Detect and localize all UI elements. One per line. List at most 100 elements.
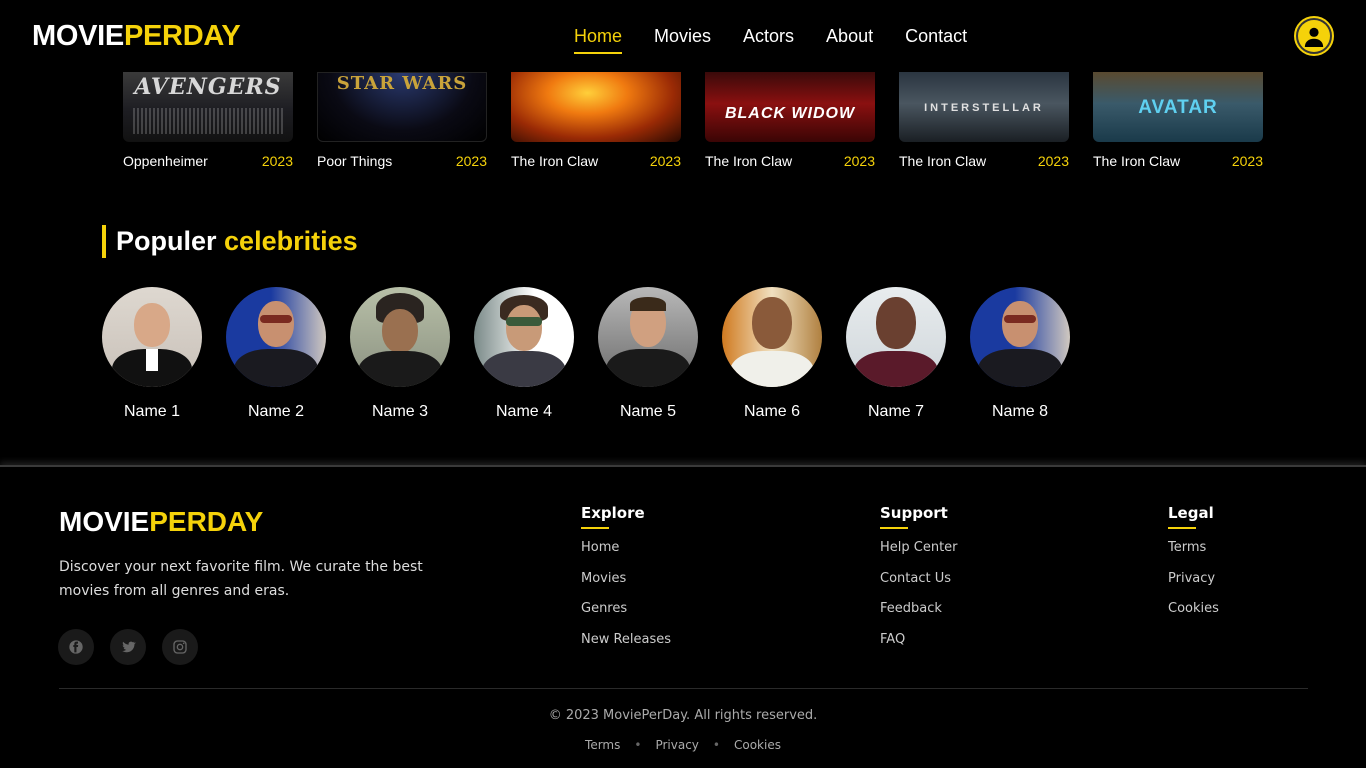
celebrity-avatar[interactable] [474,287,574,387]
user-icon [1298,20,1330,52]
logo-text-perday: PERDAY [123,20,241,52]
movie-card[interactable]: BLACK WIDOW The Iron Claw 2023 [705,72,875,169]
celebrity-card[interactable]: Name 3 [350,287,450,421]
movie-card[interactable]: STAR WARS Poor Things 2023 [317,72,487,169]
movie-meta: The Iron Claw 2023 [1093,153,1263,169]
profile-button[interactable] [1294,16,1334,56]
movie-title[interactable]: The Iron Claw [511,153,598,169]
movie-year: 2023 [1037,153,1069,169]
movie-title[interactable]: Poor Things [317,153,392,169]
movie-card[interactable]: The Iron Claw 2023 [511,72,681,169]
celebrity-avatar[interactable] [102,287,202,387]
movie-title[interactable]: The Iron Claw [899,153,986,169]
movie-poster[interactable]: AVATAR [1093,72,1263,142]
celebrity-list: Name 1 Name 2 Name 3 Name 4 Name 5 Name … [102,287,1070,421]
celebrity-avatar[interactable] [722,287,822,387]
footer-link[interactable]: Cookies [1168,600,1219,618]
logo-text-movie: MOVIE [32,20,124,52]
celebrity-name: Name 7 [867,403,925,420]
movie-poster[interactable]: AVENGERS [123,72,293,142]
nav-home[interactable]: Home [574,24,623,54]
celebrity-avatar[interactable] [226,287,326,387]
nav-movies[interactable]: Movies [654,24,711,48]
main-nav: Home Movies Actors About Contact [574,24,967,54]
movie-card[interactable]: AVENGERS Oppenheimer 2023 [123,72,293,169]
footer-logo-movie: MOVIE [59,506,150,537]
celebrity-name: Name 2 [247,403,305,420]
movie-year: 2023 [261,153,293,169]
footer-link[interactable]: Privacy [1168,570,1219,588]
celebrity-name: Name 3 [371,403,429,420]
movie-poster[interactable]: BLACK WIDOW [705,72,875,142]
nav-actors[interactable]: Actors [743,24,794,48]
poster-title: INTERSTELLAR [924,102,1044,114]
footer-column-support: Support Help Center Contact Us Feedback … [880,503,958,661]
footer-link[interactable]: Help Center [880,539,958,557]
footer-link[interactable]: FAQ [880,631,958,649]
footer-link[interactable]: Feedback [880,600,958,618]
footer-description: Discover your next favorite film. We cur… [59,559,423,599]
footer-bottom-links: Terms • Privacy • Cookies [0,737,1366,753]
twitter-icon[interactable] [110,629,146,665]
footer-link[interactable]: Contact Us [880,570,958,588]
poster-title: BLACK WIDOW [724,105,856,122]
social-links [58,629,198,665]
top-navbar: MOVIEPERDAY Home Movies Actors About Con… [0,0,1366,72]
footer-logo-perday: PERDAY [149,506,264,537]
celebrity-name: Name 1 [123,403,181,420]
celebrity-card[interactable]: Name 6 [722,287,822,421]
footer-logo[interactable]: MOVIEPERDAY [59,505,263,539]
movie-poster[interactable] [511,72,681,142]
site-logo[interactable]: MOVIEPERDAY [32,18,241,54]
celebrity-avatar[interactable] [970,287,1070,387]
footer-link[interactable]: Genres [581,600,671,618]
celebrity-name: Name 6 [743,403,801,420]
movie-year: 2023 [1231,153,1263,169]
movie-meta: The Iron Claw 2023 [899,153,1069,169]
celebrity-card[interactable]: Name 4 [474,287,574,421]
footer-divider [59,688,1308,689]
facebook-icon[interactable] [58,629,94,665]
poster-title: AVATAR [1138,97,1218,118]
movie-title[interactable]: The Iron Claw [1093,153,1180,169]
celebrity-card[interactable]: Name 2 [226,287,326,421]
separator-dot: • [634,738,642,752]
bottom-link-cookies[interactable]: Cookies [734,737,781,753]
celebrity-card[interactable]: Name 7 [846,287,946,421]
movie-poster[interactable]: INTERSTELLAR [899,72,1069,142]
movie-meta: The Iron Claw 2023 [511,153,681,169]
bottom-link-privacy[interactable]: Privacy [655,737,698,753]
bottom-link-terms[interactable]: Terms [585,737,620,753]
footer-link[interactable]: Home [581,539,671,557]
footer-column-title: Support [880,503,958,529]
celebrity-avatar[interactable] [350,287,450,387]
footer-link[interactable]: Movies [581,570,671,588]
movie-row: AVENGERS Oppenheimer 2023 STAR WARS Poor… [123,72,1263,169]
movie-meta: The Iron Claw 2023 [705,153,875,169]
celebrity-avatar[interactable] [846,287,946,387]
nav-contact[interactable]: Contact [905,24,967,48]
nav-about[interactable]: About [826,24,873,48]
movie-title[interactable]: The Iron Claw [705,153,792,169]
instagram-icon[interactable] [162,629,198,665]
footer-link[interactable]: Terms [1168,539,1219,557]
heading-part-1: Populer [116,226,217,256]
copyright-text: © 2023 MoviePerDay. All rights reserved. [548,708,818,723]
celebrity-avatar[interactable] [598,287,698,387]
heading-part-2: celebrities [224,226,358,256]
movie-poster[interactable]: STAR WARS [317,72,487,142]
footer-column-title: Legal [1168,503,1219,529]
movie-card[interactable]: INTERSTELLAR The Iron Claw 2023 [899,72,1069,169]
movie-title[interactable]: Oppenheimer [123,153,208,169]
movie-year: 2023 [455,153,487,169]
poster-title: STAR WARS [336,73,468,94]
celebrity-card[interactable]: Name 8 [970,287,1070,421]
footer-link[interactable]: New Releases [581,631,671,649]
footer-column-legal: Legal Terms Privacy Cookies [1168,503,1219,631]
movie-card[interactable]: AVATAR The Iron Claw 2023 [1093,72,1263,169]
celebrity-card[interactable]: Name 5 [598,287,698,421]
site-footer: MOVIEPERDAY Discover your next favorite … [0,465,1366,768]
footer-column-title: Explore [581,503,671,529]
celebrities-heading: Populer celebrities [102,225,358,258]
celebrity-card[interactable]: Name 1 [102,287,202,421]
